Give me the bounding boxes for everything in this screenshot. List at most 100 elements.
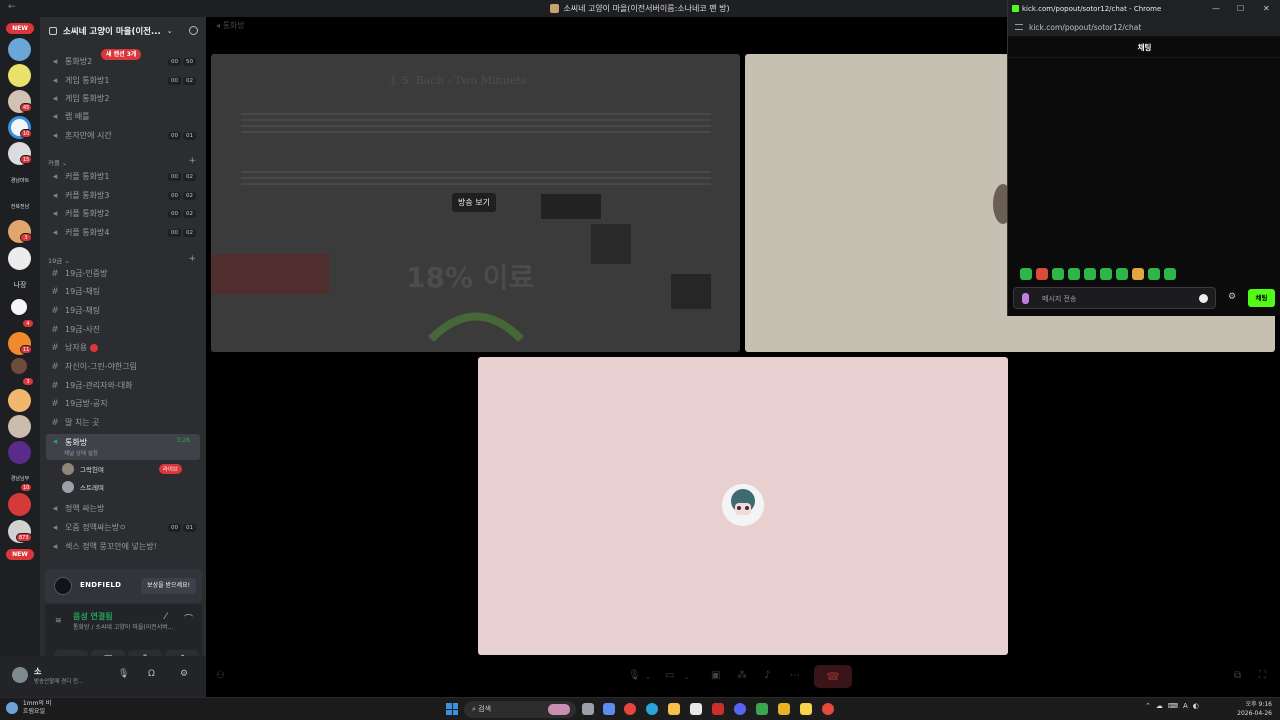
promo-banner[interactable]: ENDFIELD 보상을 받으세요! — [45, 569, 202, 603]
server-icon[interactable] — [8, 247, 31, 270]
voice-channel[interactable]: ◂ 커플 통화방1 00 02 — [46, 168, 200, 185]
new-event-badge[interactable]: 새 캔션 3개 — [101, 49, 142, 60]
popout-icon[interactable]: ⧉ — [1234, 670, 1241, 681]
emote-icon[interactable] — [1052, 268, 1064, 280]
noise-suppression-icon[interactable]: ⁄ — [165, 612, 167, 622]
disconnect-icon[interactable]: ⌒ — [184, 612, 193, 625]
chat-settings-icon[interactable]: ⚙ — [1228, 292, 1236, 302]
signal-icon[interactable]: ≋ — [55, 616, 62, 625]
voice-icon[interactable] — [1022, 293, 1029, 304]
voice-user[interactable]: 그락헌며 라이브 — [62, 461, 200, 477]
edge-icon[interactable] — [646, 703, 658, 715]
claim-reward-button[interactable]: 보상을 받으세요! — [141, 578, 196, 594]
start-button[interactable] — [446, 703, 458, 715]
voice-channel[interactable]: ◂ 게임 통화방1 00 02 — [46, 72, 200, 89]
add-channel-icon[interactable]: + — [188, 254, 196, 264]
text-channel[interactable]: #19금-관리자와-대화 — [46, 377, 200, 394]
emote-icon[interactable] — [1020, 268, 1032, 280]
more-icon[interactable]: ⋯ — [790, 670, 800, 681]
text-channel[interactable]: # 딸 치는 곳 — [46, 414, 200, 431]
chevron-down-icon[interactable]: ⌄ — [684, 673, 690, 681]
server-icon[interactable] — [8, 415, 31, 438]
file-explorer-icon[interactable] — [668, 703, 680, 715]
activities-icon[interactable]: ⁂ — [737, 670, 747, 681]
server-icon[interactable] — [8, 38, 31, 61]
category-header[interactable]: 커플 ⌄ + — [48, 156, 198, 167]
server-label[interactable]: 경남마트 — [4, 177, 36, 184]
chrome-icon[interactable] — [624, 703, 636, 715]
emote-icon[interactable] — [1036, 268, 1048, 280]
chat-message-input[interactable]: 메시지 전송 — [1013, 287, 1216, 309]
voice-channel[interactable]: ◂ 커플 통화방4 00 02 — [46, 224, 200, 241]
emote-icon[interactable] — [1164, 268, 1176, 280]
emote-icon[interactable] — [1068, 268, 1080, 280]
server-icon[interactable] — [11, 299, 27, 315]
voice-channel[interactable]: ◂ 랩 배틀 — [46, 108, 200, 125]
add-member-icon[interactable] — [189, 26, 198, 35]
voice-channel[interactable]: ◂ 커플 통화방2 00 02 — [46, 205, 200, 222]
close-icon[interactable]: ✕ — [1263, 0, 1270, 18]
server-icon[interactable] — [8, 441, 31, 464]
category-header[interactable]: 19금 ⌄ + — [48, 254, 198, 265]
server-icon[interactable] — [11, 358, 27, 374]
taskbar-clock[interactable]: 오후 9:16 2026-04-26 — [1236, 700, 1272, 718]
emote-icon[interactable] — [1116, 268, 1128, 280]
voice-channel[interactable]: ◂ 오줌 정액싸는방ㅇ 00 01 — [46, 519, 200, 536]
voice-channel[interactable]: ◂ 정액 싸는방 — [46, 500, 200, 517]
emote-icon[interactable] — [1100, 268, 1112, 280]
text-channel[interactable]: #19금-인증방 — [46, 265, 200, 282]
text-channel[interactable]: #19금-채팅 — [46, 283, 200, 300]
avatar[interactable] — [12, 667, 28, 683]
camera-off-icon[interactable]: ▭ — [665, 670, 674, 681]
emote-icon[interactable] — [1148, 268, 1160, 280]
discord-icon[interactable] — [734, 703, 746, 715]
voice-channel[interactable]: ◂ 섹스 정액 풍꼬안에 넣는방! — [46, 538, 200, 555]
server-label[interactable]: 경남남부 — [4, 475, 36, 482]
emoji-icon[interactable] — [1199, 294, 1208, 303]
weather-widget[interactable]: 1mm의 비 흐림요일 — [6, 700, 51, 716]
app-icon[interactable] — [778, 703, 790, 715]
text-channel[interactable]: #19금-채팅 — [46, 302, 200, 319]
watch-stream-button[interactable]: 방송 보기 — [452, 193, 496, 212]
server-label[interactable]: 나장 — [4, 280, 36, 290]
soundboard-icon[interactable]: ♪ — [764, 670, 770, 681]
server-header[interactable]: 소씨네 고양이 마을(이전... ⌄ — [40, 17, 206, 44]
address-bar[interactable]: kick.com/popout/sotor12/chat — [1008, 18, 1280, 37]
app-icon[interactable] — [822, 703, 834, 715]
end-call-button[interactable]: ☎ — [814, 665, 852, 688]
voice-channel-path[interactable]: 통화방 / 소씨네 고양이 마을(이전서버... — [73, 622, 173, 631]
calendar-icon[interactable] — [712, 703, 724, 715]
voice-user[interactable]: 스트레며 — [62, 479, 200, 495]
server-label[interactable]: 전북전남 — [4, 203, 36, 210]
voice-channel[interactable]: ◂ 게임 통화방2 — [46, 90, 200, 107]
emote-icon[interactable] — [1084, 268, 1096, 280]
server-icon[interactable] — [8, 389, 31, 412]
taskbar-search[interactable]: ⌕ 검색 — [464, 701, 576, 718]
screen-share-icon[interactable]: ▣ — [711, 670, 720, 681]
voice-channel[interactable]: ◂ 혼자만에 시간 00 01 — [46, 127, 200, 144]
text-channel[interactable]: #19금-사진 — [46, 321, 200, 338]
kakaotalk-icon[interactable] — [800, 703, 812, 715]
send-chat-button[interactable]: 채팅 — [1248, 289, 1275, 307]
headphones-icon[interactable]: Ω — [148, 669, 155, 679]
site-settings-icon[interactable] — [1015, 24, 1023, 30]
activity-icon[interactable]: ⚇ — [216, 670, 225, 681]
microphone-icon[interactable]: 🎙 — [628, 670, 641, 681]
minimize-icon[interactable]: — — [1212, 0, 1220, 18]
store-icon[interactable] — [690, 703, 702, 715]
emote-icon[interactable] — [1132, 268, 1144, 280]
add-channel-icon[interactable]: + — [188, 156, 196, 166]
channel-status[interactable]: 채널 상태 설정 — [64, 449, 98, 457]
widgets-icon[interactable] — [603, 703, 615, 715]
app-icon[interactable] — [756, 703, 768, 715]
task-view-icon[interactable] — [582, 703, 594, 715]
user-status[interactable]: 방송안할때 경디 전... — [34, 677, 106, 685]
text-channel[interactable]: # 자신이-그린-야한그림 — [46, 358, 200, 375]
back-arrow-icon[interactable]: ← — [8, 2, 16, 12]
maximize-icon[interactable]: ☐ — [1237, 0, 1244, 18]
gear-icon[interactable]: ⚙ — [180, 669, 188, 679]
participant-avatar[interactable] — [722, 484, 764, 526]
fullscreen-icon[interactable]: ⛶ — [1259, 670, 1266, 681]
microphone-icon[interactable]: 🎙 — [118, 669, 129, 679]
chevron-down-icon[interactable]: ⌄ — [645, 673, 651, 681]
